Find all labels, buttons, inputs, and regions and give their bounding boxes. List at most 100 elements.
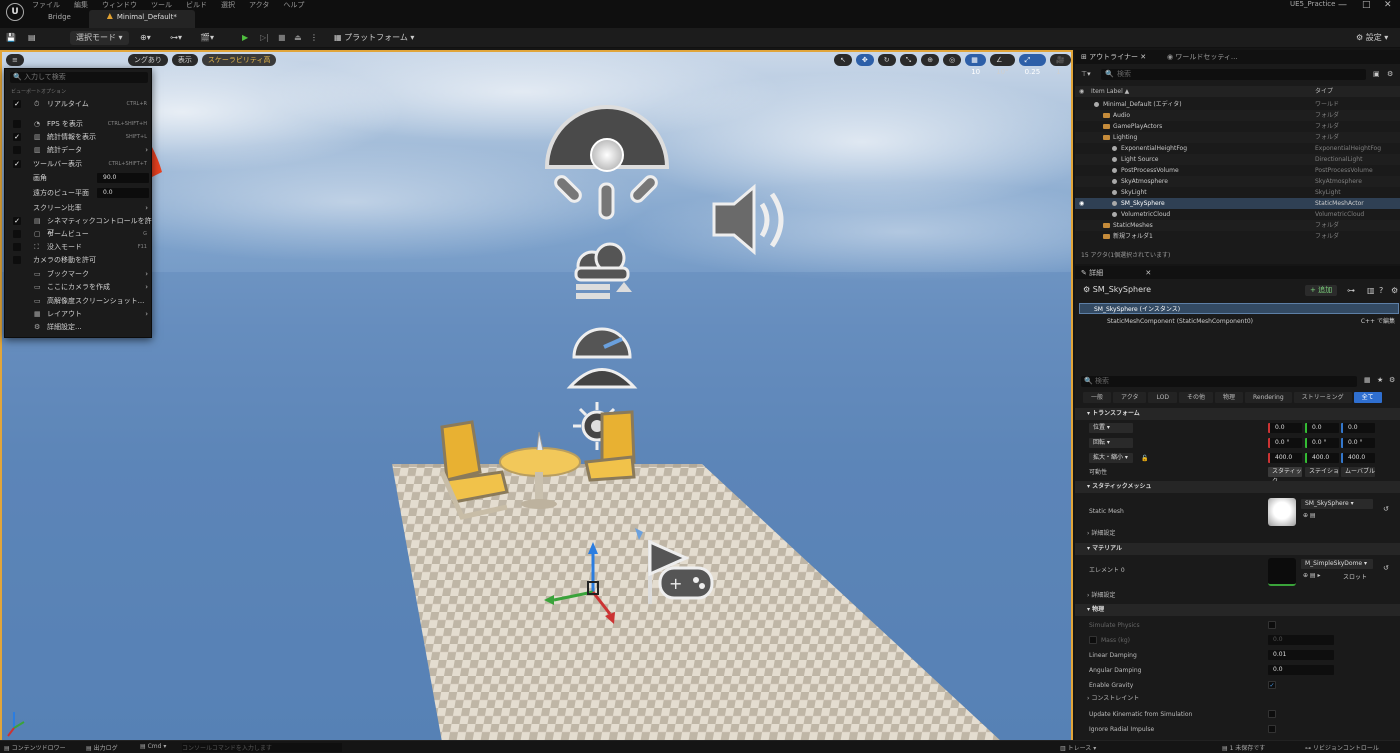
menu-item-toolbar[interactable]: ✓ ツールバー表示 CTRL+SHIFT+T <box>5 158 153 170</box>
platform-button[interactable]: ▦ プラットフォーム ▾ <box>334 31 414 45</box>
layout-icon[interactable]: ▥ <box>1367 286 1375 295</box>
level-viewport[interactable]: + ≡ ングあり 表示 スケーラビリティ高 ↖ ✥ ↻ ⤡ ⊕ ◎ ▦ 10 ∠… <box>0 50 1073 740</box>
outliner-row[interactable]: 新規フォルダ1 フォルダ <box>1075 231 1400 242</box>
menu-tools[interactable]: ツール <box>151 0 172 9</box>
tab-outliner[interactable]: ⊞ アウトライナー ✕ <box>1081 52 1146 62</box>
mobility-stationary-button[interactable]: ステイショ <box>1305 467 1339 477</box>
outliner-row[interactable]: GamePlayActors フォルダ <box>1075 121 1400 132</box>
mobility-movable-button[interactable]: ムーバブル <box>1341 467 1375 477</box>
section-static-mesh[interactable]: ▾ スタティックメッシュ <box>1075 481 1400 493</box>
menu-file[interactable]: ファイル <box>32 0 60 9</box>
material-dropdown[interactable]: M_SimpleSkyDome ▾ <box>1301 559 1373 569</box>
linear-damping-input[interactable]: 0.01 <box>1268 650 1334 660</box>
outliner-row[interactable]: VolumetricCloud VolumetricCloud <box>1075 209 1400 220</box>
unreal-logo-icon[interactable]: U <box>6 3 24 21</box>
help-icon[interactable]: ? <box>1379 286 1383 295</box>
outliner-settings-icon[interactable]: ⚙ <box>1387 70 1393 78</box>
cmd-dropdown[interactable]: ▤ Cmd ▾ <box>140 743 166 750</box>
favorite-icon[interactable]: ★ <box>1377 376 1383 384</box>
filter-all[interactable]: 全て <box>1353 392 1382 403</box>
col-item-label[interactable]: Item Label ▲ <box>1091 86 1129 97</box>
stop-icon[interactable]: ■ <box>278 31 286 45</box>
menu-select[interactable]: 選択 <box>221 0 235 9</box>
checkbox[interactable]: ✓ <box>13 160 21 168</box>
lit-mode-button[interactable]: ングあり <box>127 54 168 66</box>
scale-y-input[interactable]: 400.0 <box>1305 453 1339 463</box>
menu-item-create-camera[interactable]: ▭ ここにカメラを作成 › <box>5 281 153 293</box>
outliner-row[interactable]: Minimal_Default (エディタ) ワールド <box>1075 99 1400 110</box>
add-component-button[interactable]: + 追加 <box>1305 285 1338 296</box>
col-type[interactable]: タイプ <box>1315 86 1333 97</box>
materials-advanced[interactable]: › 詳細設定 <box>1075 590 1400 602</box>
enable-gravity-checkbox[interactable]: ✓ <box>1268 681 1276 689</box>
eject-icon[interactable]: ⏏ <box>294 31 302 45</box>
update-kinematic-checkbox[interactable] <box>1268 710 1276 718</box>
trace-button[interactable]: ▥ トレース ▾ <box>1060 743 1096 752</box>
material-thumbnail[interactable] <box>1268 558 1296 586</box>
simulate-physics-checkbox[interactable] <box>1268 621 1276 629</box>
rotation-x-input[interactable]: 0.0 ° <box>1268 438 1302 448</box>
audio-source-icon[interactable] <box>712 183 784 256</box>
outliner-row[interactable]: Audio フォルダ <box>1075 110 1400 121</box>
edit-cpp-link[interactable]: C++ で編集 <box>1361 316 1395 327</box>
menu-window[interactable]: ウィンドウ <box>102 0 137 9</box>
blueprint-convert-icon[interactable]: ⊶ <box>1347 286 1355 295</box>
tab-details[interactable]: ✎ 詳細 ✕ <box>1081 268 1151 278</box>
filter-misc[interactable]: その他 <box>1178 392 1213 403</box>
content-icon[interactable]: ▤ <box>28 31 36 45</box>
section-transform[interactable]: ▾ トランスフォーム <box>1075 408 1400 420</box>
reset-icon[interactable]: ↺ <box>1383 505 1389 513</box>
outliner-row[interactable]: Lighting フォルダ <box>1075 132 1400 143</box>
checkbox[interactable] <box>13 120 21 128</box>
rotation-y-input[interactable]: 0.0 ° <box>1305 438 1339 448</box>
outliner-row[interactable]: SkyLight SkyLight <box>1075 187 1400 198</box>
show-button[interactable]: 表示 <box>171 54 198 66</box>
fov-input[interactable]: 90.0 <box>97 173 149 183</box>
angular-damping-input[interactable]: 0.0 <box>1268 665 1334 675</box>
outliner-row[interactable]: Light Source DirectionalLight <box>1075 154 1400 165</box>
mass-override-checkbox[interactable] <box>1089 636 1097 644</box>
visibility-icon[interactable]: ◉ <box>1079 198 1084 209</box>
menu-build[interactable]: ビルド <box>186 0 207 9</box>
material-browse-icon[interactable]: ⊕ ▤ ▸ <box>1303 572 1321 579</box>
filter-physics[interactable]: 物理 <box>1214 392 1243 403</box>
outliner-row[interactable]: ExponentialHeightFog ExponentialHeightFog <box>1075 143 1400 154</box>
actor-name[interactable]: ⚙ SM_SkySphere <box>1083 285 1151 294</box>
menu-search-input[interactable]: 🔍 入力して検索 <box>10 72 148 83</box>
lock-icon[interactable]: 🔓 <box>1141 452 1148 465</box>
material-reset-icon[interactable]: ↺ <box>1383 564 1389 572</box>
save-icon[interactable]: 💾 <box>6 31 16 45</box>
filter-lod[interactable]: LOD <box>1148 392 1177 403</box>
filter-actor[interactable]: アクタ <box>1113 392 1147 403</box>
visibility-icon[interactable]: ◉ <box>1079 86 1084 97</box>
outliner-row[interactable]: ◉ SM_SkySphere StaticMeshActor <box>1075 198 1400 209</box>
mobility-static-button[interactable]: スタティック <box>1268 467 1302 485</box>
section-materials[interactable]: ▾ マテリアル <box>1075 543 1400 555</box>
location-z-input[interactable]: 0.0 <box>1341 423 1375 433</box>
minimize-icon[interactable]: — <box>1338 0 1347 10</box>
scale-x-input[interactable]: 400.0 <box>1268 453 1302 463</box>
checkbox[interactable] <box>13 146 21 154</box>
filter-streaming[interactable]: ストリーミング <box>1293 392 1352 403</box>
menu-item-stat-data[interactable]: ▥ 統計データ › <box>5 144 153 156</box>
rotate-tool-icon[interactable]: ↻ <box>877 54 896 66</box>
location-y-input[interactable]: 0.0 <box>1305 423 1339 433</box>
menu-edit[interactable]: 編集 <box>74 0 88 9</box>
details-search-input[interactable]: 🔍 検索 <box>1081 376 1357 387</box>
menu-item-layout[interactable]: ▦ レイアウト › <box>5 308 153 320</box>
scale-tool-icon[interactable]: ⤡ <box>899 54 918 66</box>
blueprint-icon[interactable]: ⊶▾ <box>170 31 182 45</box>
menu-item-immersive[interactable]: ⛶ 没入モード F11 <box>5 241 153 253</box>
location-dropdown[interactable]: 位置 ▾ <box>1089 423 1133 433</box>
scalability-button[interactable]: スケーラビリティ高 <box>201 54 277 66</box>
grid-view-icon[interactable]: ▦ <box>1364 376 1371 384</box>
rotation-dropdown[interactable]: 回転 ▾ <box>1089 438 1133 448</box>
menu-item-show-stats[interactable]: ✓ ▥ 統計情報を表示 SHIFT+L <box>5 131 153 143</box>
close-icon[interactable]: ✕ <box>1384 0 1392 10</box>
play-button[interactable]: ▶ <box>242 31 248 45</box>
grid-snap-button[interactable]: ▦ 10 <box>965 54 987 76</box>
menu-item-camera-move[interactable]: カメラの移動を許可 <box>5 254 153 266</box>
play-options-icon[interactable]: ⋮ <box>310 31 318 45</box>
details-settings-icon[interactable]: ⚙ <box>1391 286 1398 295</box>
add-folder-icon[interactable]: ▣ <box>1373 70 1380 78</box>
